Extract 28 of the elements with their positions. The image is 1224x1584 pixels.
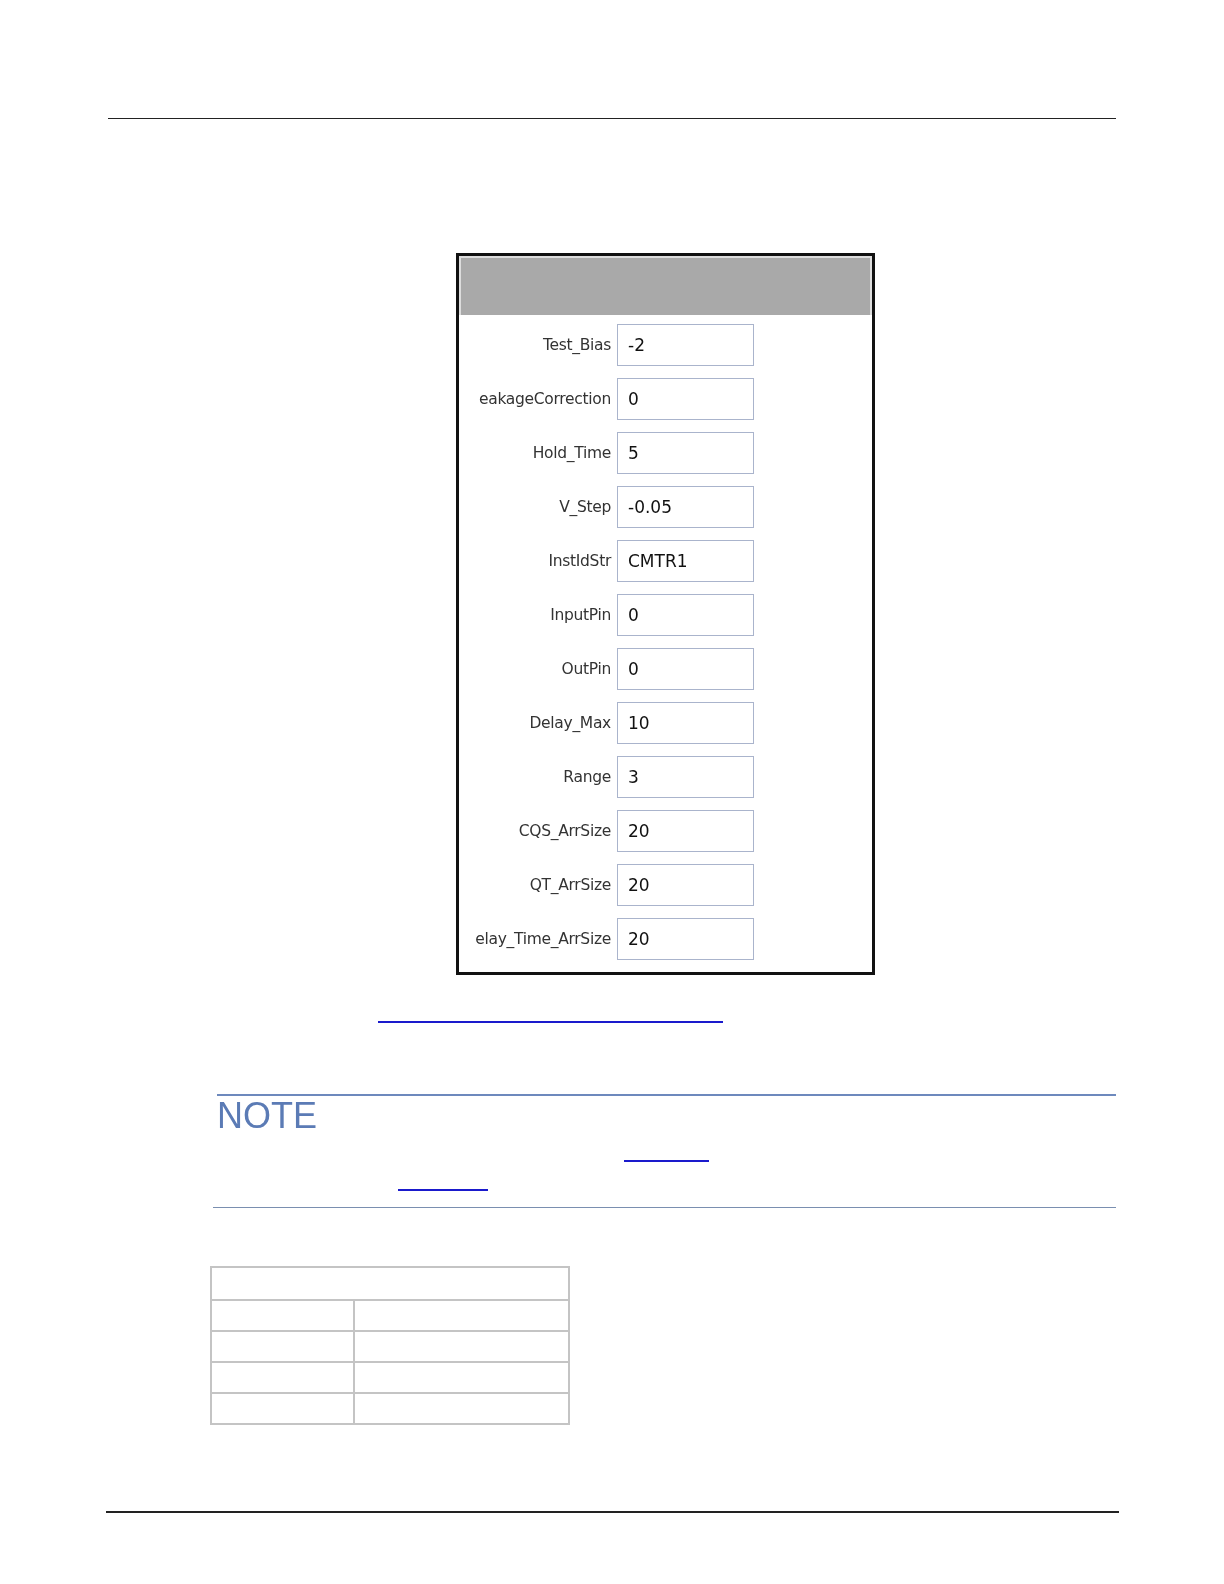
input-field[interactable]: -2 (617, 324, 754, 366)
input-field[interactable]: 0 (617, 648, 754, 690)
parameter-label: InputPin (550, 606, 611, 624)
parameter-label: elay_Time_ArrSize (475, 930, 611, 948)
input-field[interactable]: 10 (617, 702, 754, 744)
link-underline[interactable] (624, 1160, 709, 1162)
parameter-label: V_Step (559, 498, 611, 516)
input-field[interactable]: 5 (617, 432, 754, 474)
input-field[interactable]: 3 (617, 756, 754, 798)
parameter-label: eakageCorrection (479, 390, 611, 408)
input-field[interactable]: 0 (617, 594, 754, 636)
link-underline[interactable] (378, 1021, 723, 1023)
parameter-label: CQS_ArrSize (518, 822, 611, 840)
parameter-label: Range (563, 768, 611, 786)
parameter-label: InstIdStr (548, 552, 611, 570)
parameter-label: QT_ArrSize (529, 876, 611, 894)
parameter-label: Delay_Max (529, 714, 611, 732)
input-field[interactable]: 20 (617, 810, 754, 852)
input-field[interactable]: 0 (617, 378, 754, 420)
parameter-label: OutPin (561, 660, 611, 678)
parameter-label: Test_Bias (542, 336, 611, 354)
link-underline[interactable] (398, 1189, 488, 1191)
input-field[interactable]: 20 (617, 864, 754, 906)
input-field[interactable]: 20 (617, 918, 754, 960)
input-field[interactable]: CMTR1 (617, 540, 754, 582)
input-field[interactable]: -0.05 (617, 486, 754, 528)
note-heading: NOTE (217, 1096, 318, 1136)
parameter-label: Hold_Time (532, 444, 611, 462)
